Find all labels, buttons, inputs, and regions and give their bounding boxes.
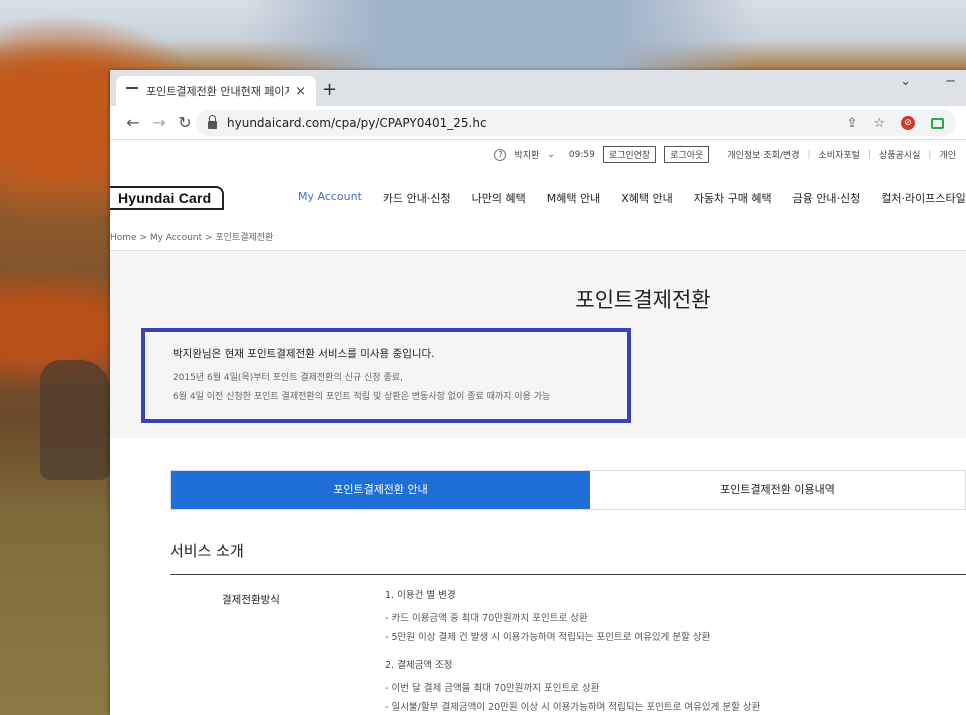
menu-my-benefits[interactable]: 나만의 혜택 <box>472 190 526 206</box>
tree-shadow <box>40 360 110 480</box>
web-page: ? 박지환 ⌄ 09:59 로그인연장 로그아웃 개인정보 조회/변경 | 소비… <box>110 140 966 715</box>
menu-culture[interactable]: 컬처·라이프스타일 <box>881 190 965 206</box>
back-icon[interactable]: ← <box>120 113 146 132</box>
breadcrumb[interactable]: Home > My Account > 포인트결제전환 <box>110 230 273 243</box>
divider: | <box>867 149 871 160</box>
personal-link[interactable]: 개인 <box>939 148 956 161</box>
method-heading-1: 1. 이용건 별 변경 <box>385 590 456 601</box>
forward-icon[interactable]: → <box>146 113 172 132</box>
menu-my-account[interactable]: My Account <box>298 190 362 206</box>
page-title: 포인트결제전환 <box>575 288 711 312</box>
utility-bar: ? 박지환 ⌄ 09:59 로그인연장 로그아웃 개인정보 조회/변경 | 소비… <box>494 146 956 163</box>
browser-tab[interactable]: 포인트결제전환 안내현재 페이지 × <box>116 76 316 106</box>
product-disclosure-link[interactable]: 상품공시실 <box>879 148 920 161</box>
extension-red-icon[interactable]: ⊘ <box>901 116 915 130</box>
list-item: - 카드 이용금액 중 최대 70만원까지 포인트로 상환 <box>385 613 588 624</box>
new-tab-button[interactable]: + <box>322 79 337 100</box>
bookmark-star-icon[interactable]: ☆ <box>873 116 885 131</box>
row-label: 결제전환방식 <box>222 594 280 606</box>
tab-close-icon[interactable]: × <box>295 84 306 99</box>
list-item: - 5만원 이상 결제 건 발생 시 이용가능하며 적립되는 포인트로 여유있게… <box>385 632 711 643</box>
login-extend-button[interactable]: 로그인연장 <box>602 146 657 163</box>
content-tabs: 포인트결제전환 안내 포인트결제전환 이용내역 <box>170 470 966 510</box>
divider: | <box>807 149 811 160</box>
menu-card-info[interactable]: 카드 안내·신청 <box>383 190 451 206</box>
tab-favicon-icon <box>126 87 138 95</box>
reload-icon[interactable]: ↻ <box>172 113 198 132</box>
menu-x-benefits[interactable]: X혜택 안내 <box>621 190 673 206</box>
tab-strip: 포인트결제전환 안내현재 페이지 × + ⌄ − <box>110 70 966 106</box>
tab-search-icon[interactable]: ⌄ <box>900 74 911 89</box>
window-controls: ⌄ − <box>900 74 966 89</box>
url-text[interactable]: hyundaicard.com/cpa/py/CPAPY0401_25.hc <box>227 116 487 130</box>
omnibox-actions: ⇪ ☆ ⊘ <box>846 116 944 131</box>
tab-history[interactable]: 포인트결제전환 이용내역 <box>590 471 965 509</box>
main-menu: My Account 카드 안내·신청 나만의 혜택 M혜택 안내 X혜택 안내… <box>298 190 966 206</box>
session-timer: 09:59 <box>568 149 595 160</box>
extension-green-icon[interactable] <box>931 117 944 129</box>
browser-window: 포인트결제전환 안내현재 페이지 × + ⌄ − ← → ↻ hyundaica… <box>110 70 966 715</box>
address-bar[interactable]: hyundaicard.com/cpa/py/CPAPY0401_25.hc ⇪… <box>196 110 956 136</box>
menu-m-benefits[interactable]: M혜택 안내 <box>547 190 600 206</box>
share-icon[interactable]: ⇪ <box>846 116 857 131</box>
section-divider <box>170 574 966 575</box>
minimize-button[interactable]: − <box>945 74 956 89</box>
hyundai-card-logo[interactable]: Hyundai Card <box>110 186 224 210</box>
notice-line-1: 2015년 6월 4일(목)부터 포인트 결제전환의 신규 신청 종료, <box>173 373 403 383</box>
notice-main-text: 박지완님은 현재 포인트결제전환 서비스를 미사용 중입니다. <box>173 348 435 360</box>
section-title: 서비스 소개 <box>170 542 244 560</box>
notice-line-2: 6월 4일 이전 신청한 포인트 결제전환의 포인트 적립 및 상환은 변동사항… <box>173 392 551 402</box>
menu-car-benefits[interactable]: 자동차 구매 혜택 <box>694 190 772 206</box>
logout-button[interactable]: 로그아웃 <box>664 146 710 163</box>
menu-finance[interactable]: 금융 안내·신청 <box>793 190 861 206</box>
status-notice-box: 박지완님은 현재 포인트결제전환 서비스를 미사용 중입니다. 2015년 6월… <box>141 328 631 423</box>
user-name[interactable]: 박지환 <box>514 148 539 161</box>
list-item: - 일시불/할부 결제금액이 20만원 이상 시 이용가능하며 적립되는 포인트… <box>385 702 761 713</box>
help-icon[interactable]: ? <box>494 148 507 161</box>
consumer-portal-link[interactable]: 소비자포털 <box>819 148 860 161</box>
lock-icon[interactable] <box>208 115 217 129</box>
tab-guide[interactable]: 포인트결제전환 안내 <box>171 471 590 509</box>
list-item: - 이번 달 결제 금액을 최대 70만원까지 포인트로 상환 <box>385 683 600 694</box>
privacy-link[interactable]: 개인정보 조회/변경 <box>727 148 799 161</box>
tab-title: 포인트결제전환 안내현재 페이지 <box>146 85 290 98</box>
chevron-down-icon[interactable]: ⌄ <box>547 150 555 160</box>
method-heading-2: 2. 결제금액 조정 <box>385 660 453 671</box>
browser-toolbar: ← → ↻ hyundaicard.com/cpa/py/CPAPY0401_2… <box>110 106 966 140</box>
method-details: 1. 이용건 별 변경 - 카드 이용금액 중 최대 70만원까지 포인트로 상… <box>385 586 760 715</box>
divider: | <box>928 149 932 160</box>
global-navigation: Hyundai Card My Account 카드 안내·신청 나만의 혜택 … <box>110 178 966 218</box>
